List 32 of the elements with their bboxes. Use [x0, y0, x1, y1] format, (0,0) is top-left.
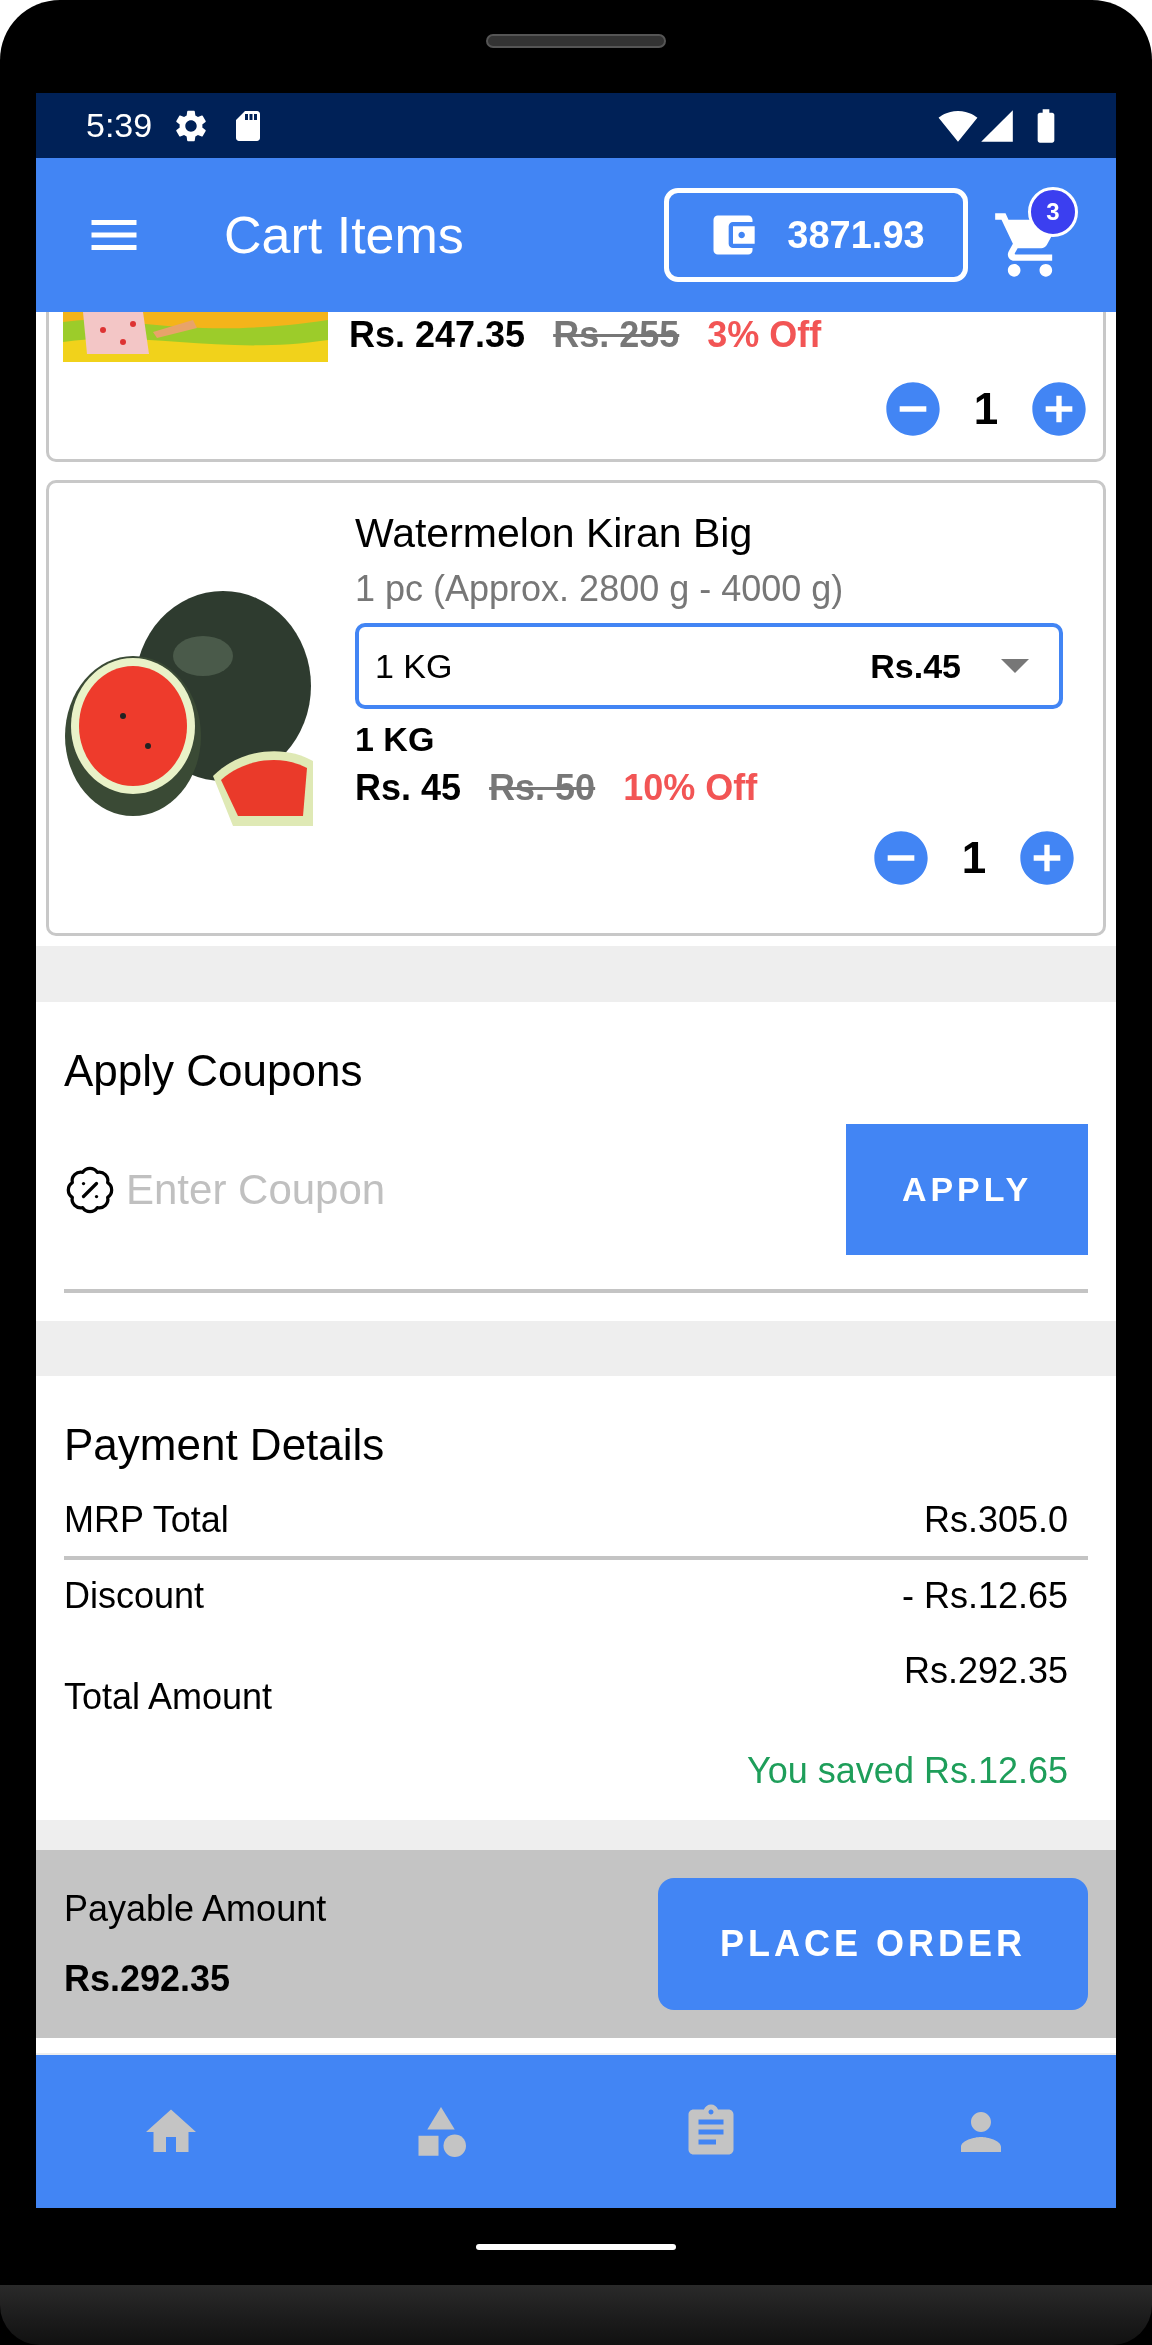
discount-label: 10% Off — [623, 766, 758, 810]
price: Rs. 247.35 — [349, 313, 526, 357]
discount-label: 3% Off — [707, 313, 822, 357]
savings-text: You saved Rs.12.65 — [747, 1749, 1069, 1793]
payment-value: - Rs.12.65 — [901, 1574, 1068, 1618]
payment-label: Discount — [64, 1574, 205, 1618]
cart-button[interactable]: 3 — [992, 187, 1078, 283]
variant-select[interactable]: 1 KG Rs.45 — [355, 623, 1063, 709]
payment-label: Total Amount — [64, 1675, 273, 1719]
mrp-price: Rs. 255 — [553, 313, 680, 357]
variant-label: 1 KG — [355, 719, 436, 760]
payment-title: Payment Details — [64, 1419, 386, 1471]
pack-info: 1 pc (Approx. 2800 g - 4000 g) — [355, 567, 845, 611]
app-title: Cart Items — [224, 205, 465, 266]
payable-label: Payable Amount — [64, 1887, 328, 1931]
apply-button[interactable]: APPLY — [846, 1124, 1088, 1255]
quantity: 1 — [972, 383, 1000, 435]
payable-amount: Rs.292.35 — [64, 1957, 232, 2001]
dropdown-caret-icon — [1001, 659, 1029, 673]
payment-value: Rs.305.0 — [923, 1498, 1068, 1542]
cart-badge: 3 — [1028, 187, 1078, 237]
payment-value: Rs.292.35 — [903, 1649, 1068, 1693]
quantity: 1 — [960, 832, 988, 884]
coupon-field[interactable]: Enter Coupon — [126, 1158, 846, 1221]
place-order-button[interactable]: PLACE ORDER — [658, 1878, 1088, 2010]
mrp-price: Rs. 50 — [489, 766, 596, 810]
wallet-button[interactable]: 3871.93 — [664, 188, 968, 282]
product-name: Watermelon Kiran Big — [355, 509, 754, 557]
payment-label: MRP Total — [64, 1498, 229, 1542]
status-time: 5:39 — [86, 105, 153, 146]
price: Rs. 45 — [355, 766, 462, 810]
coupons-title: Apply Coupons — [64, 1045, 364, 1097]
